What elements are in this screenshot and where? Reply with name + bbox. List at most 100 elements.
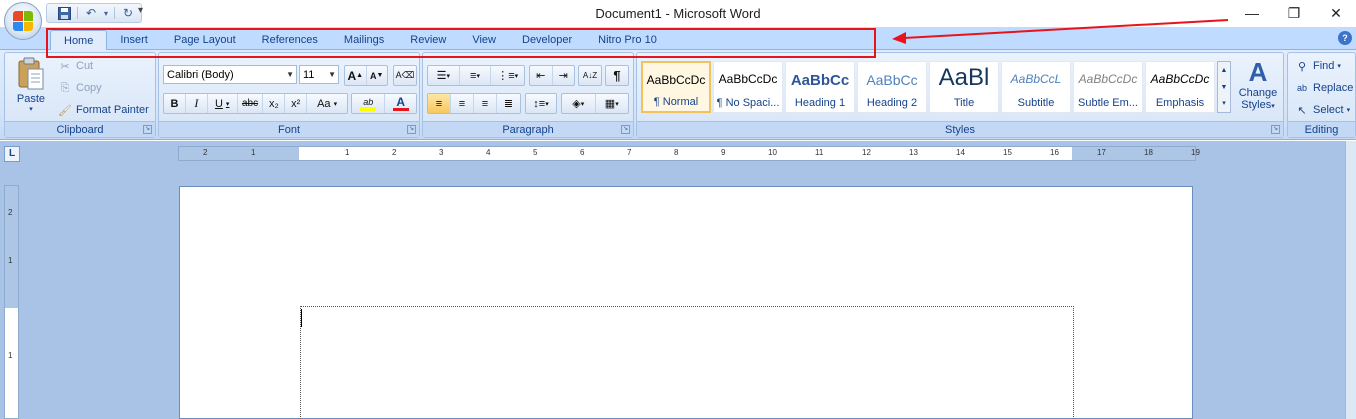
minimize-button[interactable]: —: [1232, 2, 1272, 24]
ruler-tick-label: 1: [251, 148, 256, 157]
grow-shrink-group: A ▲ A ▼: [344, 65, 388, 86]
text-cursor: [301, 309, 302, 327]
clipboard-group: Paste ▾ ✂ Cut ⎘ Copy 🖌 Format Painter Clipb…: [4, 52, 156, 138]
align-center-icon[interactable]: ≡: [451, 94, 474, 113]
tab-view[interactable]: View: [459, 30, 509, 50]
list-buttons: ☰ ▾ ≡ ▾ ⋮≡ ▾: [427, 65, 525, 86]
numbering-icon[interactable]: ≡ ▾: [460, 66, 492, 85]
copy-button[interactable]: ⎘ Copy: [57, 80, 102, 96]
help-icon[interactable]: ?: [1338, 31, 1352, 45]
line-spacing-icon[interactable]: ↕≡ ▾: [526, 94, 556, 113]
text-area-boundary[interactable]: [300, 306, 1074, 419]
style-tile[interactable]: AaBbCcDc ¶ No Spaci...: [713, 61, 783, 113]
justify-icon[interactable]: ≣: [497, 94, 520, 113]
ruler-tick-label: 15: [1003, 148, 1012, 157]
paintbrush-icon: 🖌: [58, 104, 72, 117]
font-launcher-icon[interactable]: ↘: [407, 125, 416, 134]
ruler-tick-label: 14: [956, 148, 965, 157]
paste-button[interactable]: Paste ▾: [9, 57, 53, 113]
tab-review[interactable]: Review: [397, 30, 459, 50]
style-tile[interactable]: AaBbCc Heading 2: [857, 61, 927, 113]
ruler-tick-label: 11: [815, 148, 824, 157]
style-tile[interactable]: AaBl Title: [929, 61, 999, 113]
style-sample: AaBl: [938, 64, 990, 91]
sort-icon[interactable]: A↓Z: [579, 66, 601, 85]
tab-nitro-pro-10[interactable]: Nitro Pro 10: [585, 30, 670, 50]
ribbon-tabs: Home Insert Page Layout References Mailings R…: [50, 30, 670, 50]
tab-page-layout[interactable]: Page Layout: [161, 30, 249, 50]
style-sample: AaBbCcL: [1010, 72, 1062, 86]
bullets-icon[interactable]: ☰ ▾: [428, 66, 460, 85]
font-size-combo[interactable]: 11 ▼: [299, 65, 339, 84]
select-button[interactable]: ↖ Select ▾: [1294, 102, 1350, 118]
align-right-icon[interactable]: ≡: [474, 94, 497, 113]
styles-launcher-icon[interactable]: ↘: [1271, 125, 1280, 134]
vertical-scrollbar[interactable]: [1345, 141, 1356, 419]
style-tile[interactable]: AaBbCcDc Emphasis: [1145, 61, 1215, 113]
gallery-down-icon[interactable]: ▼: [1218, 79, 1230, 96]
clipboard-launcher-icon[interactable]: ↘: [143, 125, 152, 134]
style-tile[interactable]: AaBbCcDc ¶ Normal: [641, 61, 711, 113]
tab-mailings[interactable]: Mailings: [331, 30, 397, 50]
ruler-tick-label: 19: [1191, 148, 1200, 157]
format-painter-button[interactable]: 🖌 Format Painter: [57, 102, 149, 118]
cut-button[interactable]: ✂ Cut: [57, 58, 93, 74]
find-button[interactable]: ⚲ Find ▾: [1294, 58, 1341, 74]
styles-group-label: Styles: [637, 121, 1283, 137]
gallery-more-icon[interactable]: ▾: [1218, 96, 1230, 112]
style-tile[interactable]: AaBbCcDc Subtle Em...: [1073, 61, 1143, 113]
indent-buttons: ⇤ ⇥: [529, 65, 575, 86]
bold-button[interactable]: B: [164, 94, 186, 113]
clear-formatting-icon[interactable]: A⌫: [394, 66, 416, 85]
borders-icon[interactable]: ▦ ▾: [596, 94, 629, 113]
format-painter-label: Format Painter: [76, 104, 149, 116]
shrink-font-button[interactable]: A ▼: [367, 66, 388, 85]
tab-references[interactable]: References: [249, 30, 331, 50]
style-tile[interactable]: AaBbCcL Subtitle: [1001, 61, 1071, 113]
ruler-tick-label: 7: [627, 148, 632, 157]
underline-button[interactable]: U ▾: [208, 94, 238, 113]
gallery-up-icon[interactable]: ▲: [1218, 62, 1230, 79]
close-button[interactable]: ✕: [1316, 2, 1356, 24]
ruler-tick-label: 1: [345, 148, 350, 157]
vertical-ruler[interactable]: 2 1 1: [4, 185, 19, 419]
italic-button[interactable]: I: [186, 94, 208, 113]
style-sample: AaBbCcDc: [646, 73, 706, 87]
align-left-icon[interactable]: ≡: [428, 94, 451, 113]
subscript-button[interactable]: x₂: [263, 94, 286, 113]
style-tile[interactable]: AaBbCc Heading 1: [785, 61, 855, 113]
ruler-tick-label: 1: [8, 351, 13, 360]
ruler-tick-label: 5: [533, 148, 538, 157]
show-hide-marks-icon[interactable]: ¶: [606, 66, 628, 85]
style-name: ¶ No Spaci...: [716, 97, 780, 109]
decrease-indent-icon[interactable]: ⇤: [530, 66, 553, 85]
scissors-icon: ✂: [60, 60, 70, 73]
increase-indent-icon[interactable]: ⇥: [553, 66, 575, 85]
change-styles-label-2: Styles▾: [1241, 99, 1275, 111]
highlight-color-button[interactable]: ab: [352, 94, 386, 113]
replace-label: Replace: [1313, 82, 1354, 94]
multilevel-list-icon[interactable]: ⋮≡ ▾: [491, 66, 524, 85]
horizontal-ruler[interactable]: 2 1 1 2 3 4 5 6 7 8 9 10 11 12 13 14 15 16 17 18 19: [178, 146, 1200, 161]
office-button[interactable]: [4, 2, 42, 40]
replace-button[interactable]: ab Replace: [1294, 80, 1353, 96]
superscript-button[interactable]: x²: [285, 94, 308, 113]
strikethrough-button[interactable]: abc: [238, 94, 264, 113]
find-label: Find: [1313, 60, 1335, 72]
restore-button[interactable]: ❐: [1274, 2, 1314, 24]
tab-insert[interactable]: Insert: [107, 30, 161, 50]
grow-font-button[interactable]: A ▲: [345, 66, 367, 85]
shading-border-buttons: ◈ ▾ ▦ ▾: [561, 93, 629, 114]
tab-developer[interactable]: Developer: [509, 30, 585, 50]
change-case-button[interactable]: Aa ▾: [307, 94, 347, 113]
tab-home[interactable]: Home: [50, 30, 108, 50]
font-size-value: 11: [303, 68, 315, 81]
tab-selector-button[interactable]: L: [4, 146, 20, 162]
change-styles-icon: A: [1248, 57, 1268, 87]
paragraph-launcher-icon[interactable]: ↘: [621, 125, 630, 134]
change-styles-button[interactable]: A Change Styles▾: [1235, 57, 1281, 111]
font-color-button[interactable]: A: [385, 94, 416, 113]
ruler-tick-label: 16: [1050, 148, 1059, 157]
shading-icon[interactable]: ◈ ▾: [562, 94, 596, 113]
font-name-combo[interactable]: Calibri (Body) ▼: [163, 65, 297, 84]
